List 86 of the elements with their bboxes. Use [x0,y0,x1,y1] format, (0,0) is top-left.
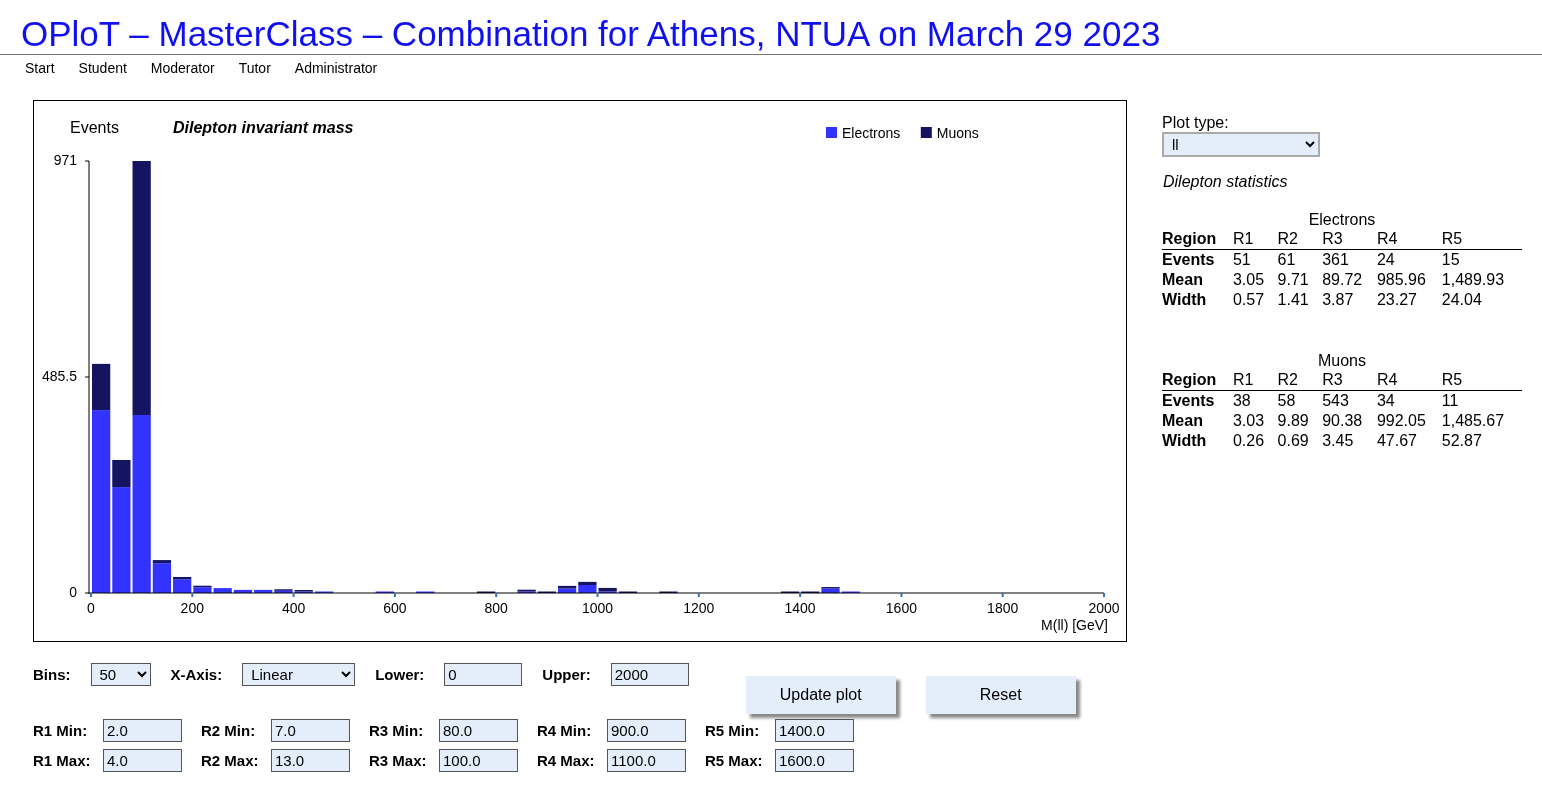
axis-tick-label: 1000 [581,600,614,616]
axis-tick-label: 0 [87,600,95,616]
table-cell: 90.38 [1322,411,1377,431]
field-label: Upper: [542,666,591,683]
legend-label: Muons [936,125,979,141]
axis-tick-label: 2000 [1088,600,1120,616]
field-label: X-Axis: [170,666,223,683]
field-label: R2 Min: [201,722,257,739]
column-header: Region [1162,370,1233,391]
table-cell: 3.05 [1232,270,1278,290]
column-header: R1 [1232,370,1278,391]
table-cell: 23.27 [1376,290,1442,310]
axis-tick-label: 0 [69,584,77,600]
field-label: R4 Min: [537,722,593,739]
column-header: R3 [1322,229,1377,250]
column-header: R1 [1232,229,1278,250]
field-label: R4 Max: [537,752,596,769]
field-label: R3 Min: [369,722,425,739]
table-cell-text: 9.71 [1277,270,1310,290]
table-cell: 0.69 [1277,431,1323,451]
field-label: Lower: [375,666,425,683]
section-title: Dilepton statistics [1163,173,1289,191]
axis-title: M(ll) [GeV] [1041,617,1108,633]
table-cell: 24 [1376,249,1442,270]
axis-tick-label: 600 [383,600,407,616]
field-label: R1 Max: [33,752,92,769]
column-header: R2 [1277,229,1323,250]
field-label: R5 Min: [705,722,761,739]
table-cell-text: 1,489.93 [1441,270,1506,290]
axis-tick-label: 1400 [784,600,816,616]
table-cell-text: 24.04 [1441,290,1483,310]
field-label: Bins: [33,666,71,683]
column-header: R5 [1441,370,1522,391]
column-header: Region [1162,229,1233,250]
table-title: Muons [1317,352,1367,370]
table-title: Electrons [1307,211,1377,229]
table-cell: 985.96 [1376,270,1442,290]
field-label: R2 Max: [201,752,260,769]
table-cell: 3.03 [1232,411,1278,431]
row-header: Events [1162,390,1233,411]
legend-label: Electrons [842,125,901,141]
field-label: R5 Max: [705,752,764,769]
chart-title: Dilepton invariant mass [173,119,354,136]
field-label: R1 Min: [33,722,89,739]
axis-tick-label: 800 [484,600,508,616]
table-cell: 11 [1441,390,1522,411]
row-header: Mean [1162,270,1233,290]
axis-tick-label: 400 [281,600,306,616]
axis-tick-label: 1800 [987,600,1019,616]
field-label: R3 Max: [369,752,428,769]
table-cell: 0.57 [1232,290,1278,310]
table-cell: 3.45 [1322,431,1377,451]
row-header: Events [1162,249,1233,270]
table-cell-text: 52.87 [1441,431,1483,451]
table-cell: 361 [1322,249,1377,270]
axis-tick-label: 485.5 [41,368,77,384]
row-header: Width [1162,290,1233,310]
table-cell: 38 [1232,390,1278,411]
axis-tick-label: 971 [53,152,77,168]
axis-title: Events [70,119,119,136]
table-cell: 543 [1322,390,1377,411]
page-title: OPloT – MasterClass – Combination for Athens, NTUA on March 29 2023 [0,0,1542,55]
column-header: R4 [1376,229,1442,250]
column-header: R5 [1441,229,1522,250]
table-cell: 51 [1232,249,1278,270]
table-cell: 89.72 [1322,270,1377,290]
table-cell: 992.05 [1376,411,1442,431]
table-cell: 1.41 [1277,290,1323,310]
row-header: Mean [1162,411,1233,431]
row-header: Width [1162,431,1233,451]
table-cell: 58 [1277,390,1323,411]
column-header: R4 [1376,370,1442,391]
table-cell: 3.87 [1322,290,1377,310]
table-cell: 0.26 [1232,431,1278,451]
table-cell: 61 [1277,249,1323,270]
axis-tick-label: 1600 [885,600,917,616]
table-cell: 15 [1441,249,1522,270]
column-header: R2 [1277,370,1323,391]
field-label: Plot type: [1162,114,1230,132]
table-cell: 47.67 [1376,431,1442,451]
column-header: R3 [1322,370,1377,391]
axis-tick-label: 200 [180,600,204,616]
table-cell-text: 9.89 [1277,411,1310,431]
axis-tick-label: 1200 [683,600,715,616]
table-cell-text: 1,485.67 [1441,411,1506,431]
table-cell: 34 [1376,390,1442,411]
